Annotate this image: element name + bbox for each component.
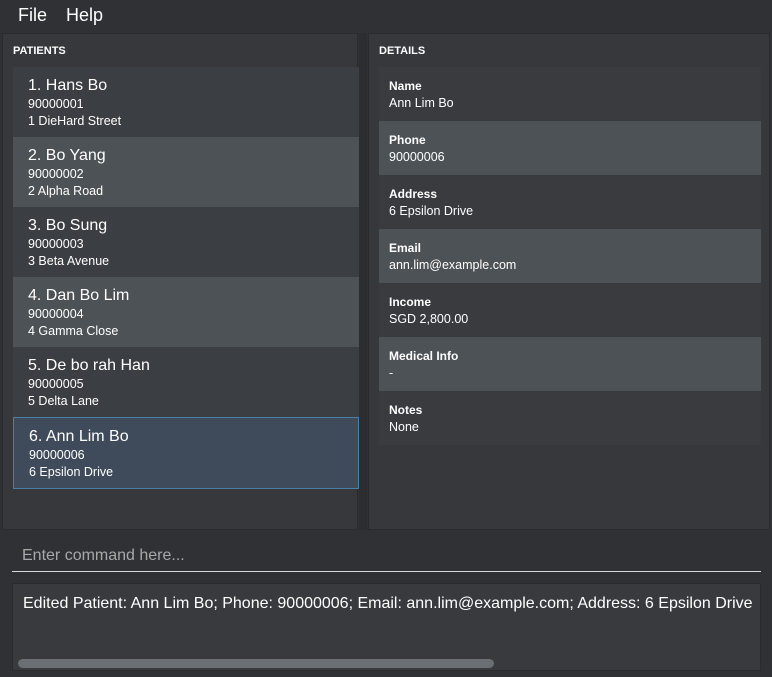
patient-list[interactable]: 1. Hans Bo 90000001 1 DieHard Street 2. … (13, 67, 359, 489)
detail-value: 90000006 (389, 150, 445, 164)
menu-bar: File Help (0, 0, 772, 32)
detail-row-income: Income SGD 2,800.00 (379, 283, 761, 337)
patient-name: 2. Bo Yang (28, 147, 106, 164)
patient-phone: 90000001 (28, 97, 84, 111)
command-input[interactable] (12, 540, 761, 572)
result-text: Edited Patient: Ann Lim Bo; Phone: 90000… (23, 595, 753, 612)
detail-value: Ann Lim Bo (389, 96, 454, 110)
detail-label: Phone (389, 133, 426, 147)
detail-label: Email (389, 241, 422, 255)
detail-label: Medical Info (389, 349, 459, 363)
patient-phone: 90000004 (28, 307, 84, 321)
patient-phone: 90000006 (29, 448, 85, 462)
details-list: Name Ann Lim Bo Phone 90000006 Address 6… (379, 67, 761, 445)
detail-row-notes: Notes None (379, 391, 761, 445)
detail-value: ann.lim@example.com (389, 258, 517, 272)
patient-card[interactable]: 2. Bo Yang 90000002 2 Alpha Road (13, 137, 359, 207)
detail-value: 6 Epsilon Drive (389, 204, 474, 218)
detail-label: Name (389, 79, 422, 93)
detail-row-email: Email ann.lim@example.com (379, 229, 761, 283)
detail-value: SGD 2,800.00 (389, 312, 469, 326)
patient-card[interactable]: 5. De bo rah Han 90000005 5 Delta Lane (13, 347, 359, 417)
detail-row-address: Address 6 Epsilon Drive (379, 175, 761, 229)
patient-card-selected[interactable]: 6. Ann Lim Bo 90000006 6 Epsilon Drive (13, 417, 359, 489)
scrollbar-thumb[interactable] (18, 659, 494, 668)
patient-name: 5. De bo rah Han (28, 357, 150, 374)
patient-phone: 90000005 (28, 377, 84, 391)
menu-help[interactable]: Help (66, 5, 103, 26)
patient-address: 4 Gamma Close (28, 324, 119, 338)
result-display[interactable]: Edited Patient: Ann Lim Bo; Phone: 90000… (12, 583, 761, 671)
patient-address: 1 DieHard Street (28, 114, 122, 128)
patient-name: 3. Bo Sung (28, 217, 108, 234)
patients-panel-title: PATIENTS (13, 45, 66, 57)
patient-name: 4. Dan Bo Lim (28, 287, 130, 304)
detail-label: Income (389, 295, 432, 309)
detail-value: - (389, 366, 394, 380)
patient-address: 2 Alpha Road (28, 184, 104, 198)
patients-panel: PATIENTS 1. Hans Bo 90000001 1 DieHard S… (2, 33, 359, 530)
detail-row-phone: Phone 90000006 (379, 121, 761, 175)
menu-file[interactable]: File (18, 5, 47, 26)
panel-divider[interactable] (359, 33, 367, 530)
horizontal-scrollbar[interactable] (18, 659, 758, 669)
patient-address: 6 Epsilon Drive (29, 465, 114, 479)
patient-card[interactable]: 4. Dan Bo Lim 90000004 4 Gamma Close (13, 277, 359, 347)
detail-value: None (389, 420, 419, 434)
patient-address: 5 Delta Lane (28, 394, 99, 408)
patient-phone: 90000003 (28, 237, 84, 251)
detail-row-name: Name Ann Lim Bo (379, 67, 761, 121)
detail-label: Address (389, 187, 438, 201)
patient-card[interactable]: 3. Bo Sung 90000003 3 Beta Avenue (13, 207, 359, 277)
details-panel-title: DETAILS (379, 45, 426, 57)
patient-card[interactable]: 1. Hans Bo 90000001 1 DieHard Street (13, 67, 359, 137)
app-window: File Help PATIENTS 1. Hans Bo 90000001 1… (0, 0, 772, 677)
detail-row-medical-info: Medical Info - (379, 337, 761, 391)
patient-address: 3 Beta Avenue (28, 254, 110, 268)
command-area (0, 532, 772, 576)
patient-name: 1. Hans Bo (28, 77, 108, 94)
patient-phone: 90000002 (28, 167, 84, 181)
detail-label: Notes (389, 403, 423, 417)
details-panel: DETAILS Name Ann Lim Bo Phone 90000006 A… (368, 33, 770, 530)
patient-name: 6. Ann Lim Bo (29, 428, 129, 445)
